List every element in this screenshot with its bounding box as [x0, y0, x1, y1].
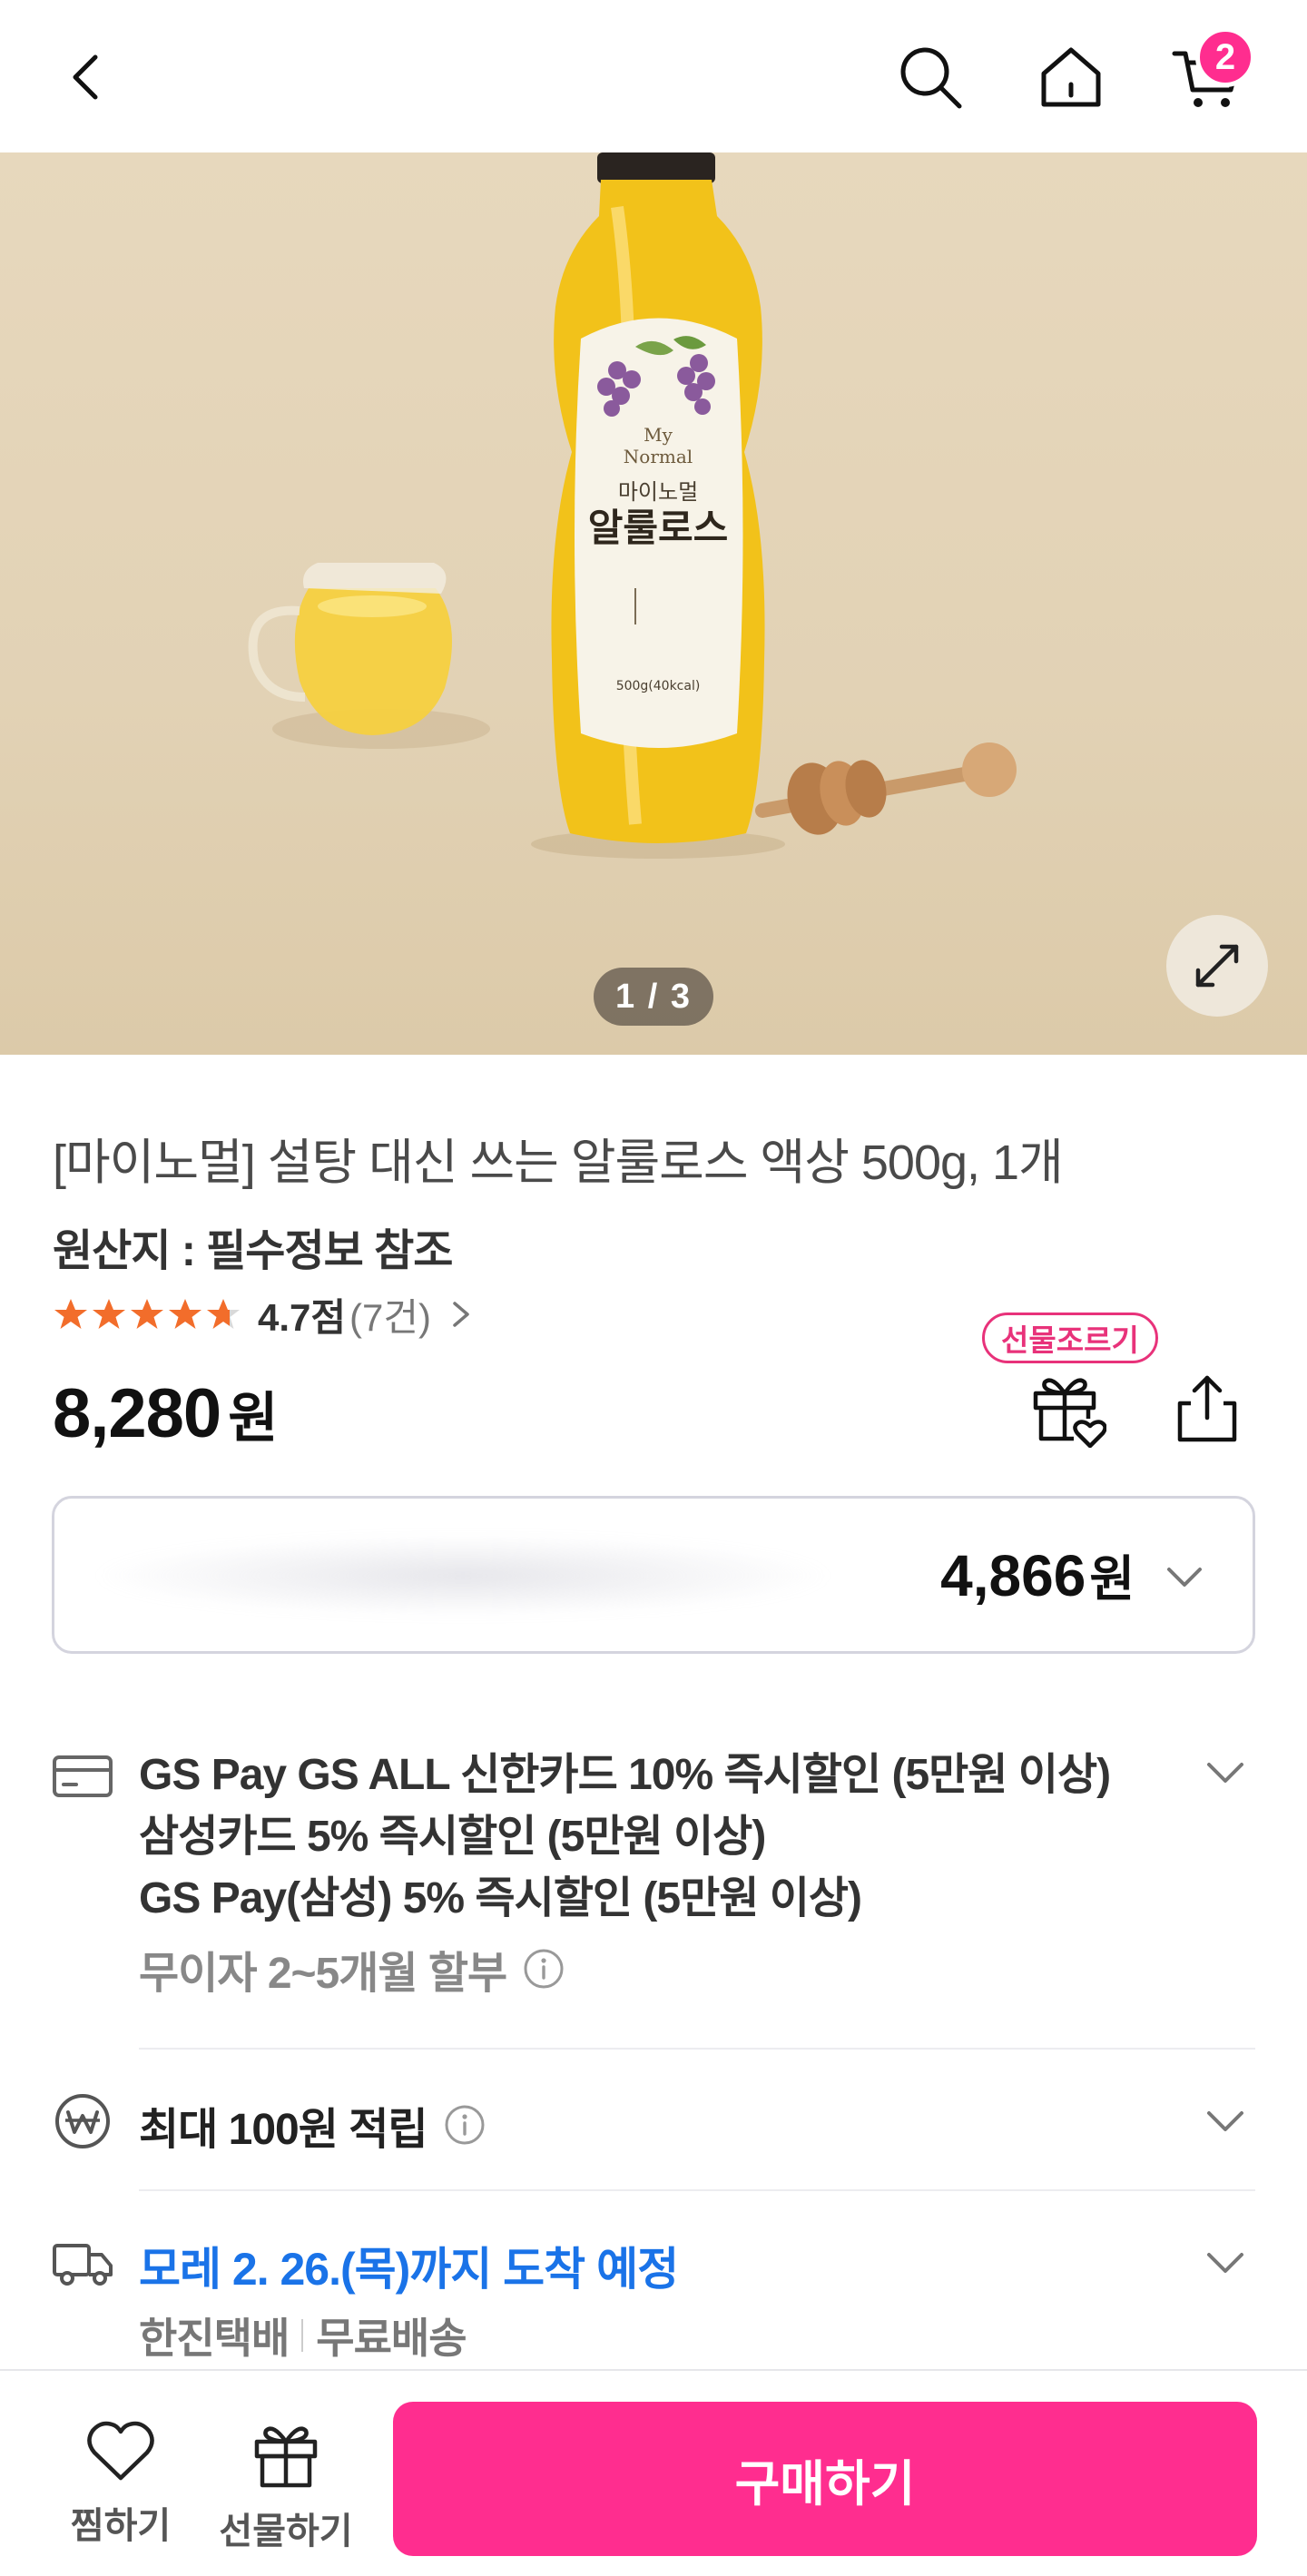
price-unit: 원 [228, 1388, 279, 1449]
points-info: 최대 100원 적립 [139, 2093, 486, 2157]
buy-button[interactable]: 구매하기 [393, 2402, 1257, 2556]
discount-price-value: 4,866 [940, 1543, 1086, 1608]
info-icon[interactable] [523, 1948, 565, 1990]
expand-image-button[interactable] [1166, 915, 1268, 1017]
rating-score: 4.7점 [258, 1295, 347, 1339]
delivery-date: 모레 2. 26.(목)까지 도착 예정 [139, 2244, 679, 2295]
bottle-label-big: 알룰로스 [588, 506, 729, 550]
product-image-gallery[interactable]: My Normal 마이노멀 알룰로스 500g(40kcal) 1 / 3 [0, 152, 1307, 1055]
shipping-fee: 무료배송 [316, 2315, 467, 2362]
gift-request-button[interactable] [1022, 1363, 1113, 1454]
discount-price: 4,866 원 [940, 1539, 1135, 1610]
product-title: [마이노멀] 설탕 대신 쓰는 알룰로스 액상 500g, 1개 [53, 1136, 1064, 1190]
card-discount-line: GS Pay(삼성) 5% 즉시할인 (5만원 이상) [139, 1874, 862, 1922]
half-star-icon [207, 1299, 240, 1329]
divider [139, 2048, 1255, 2050]
top-header: 2 [0, 0, 1307, 152]
separator [301, 2319, 304, 2352]
product-photo: My Normal 마이노멀 알룰로스 500g(40kcal) [248, 152, 1017, 859]
chevron-down-icon[interactable] [1200, 2097, 1251, 2148]
card-discount-line: 삼성카드 5% 즉시할인 (5만원 이상) [139, 1813, 766, 1861]
gift-request-badge: 선물조르기 [982, 1313, 1158, 1363]
wishlist-button[interactable]: 찜하기 [53, 2420, 189, 2549]
svg-text:My: My [644, 424, 673, 446]
share-icon [1177, 1375, 1237, 1442]
chevron-right-icon [453, 1302, 469, 1327]
wishlist-label: 찜하기 [70, 2506, 172, 2546]
rating-summary[interactable]: 4.7점 (7건) [53, 1289, 475, 1340]
blurred-discount-label [91, 1535, 835, 1617]
gift-label: 선물하기 [219, 2512, 353, 2551]
rating-count: (7건) [349, 1295, 432, 1339]
product-price: 8,280 원 [53, 1374, 278, 1453]
rating-stars [53, 1296, 241, 1332]
back-button[interactable] [45, 36, 127, 118]
share-button[interactable] [1162, 1363, 1253, 1454]
product-origin: 원산지 : 필수정보 참조 [53, 1227, 453, 1275]
bottom-action-bar: 찜하기 선물하기 구매하기 [0, 2369, 1307, 2576]
discount-price-box[interactable]: 4,866 원 [52, 1496, 1255, 1654]
star-icon [169, 1299, 201, 1329]
discount-price-unit: 원 [1089, 1552, 1135, 1607]
svg-text:Normal: Normal [624, 446, 693, 467]
courier-name: 한진택배 [139, 2315, 290, 2362]
home-icon [1041, 47, 1101, 107]
star-icon [93, 1299, 125, 1329]
card-discount-list: GS Pay GS ALL 신한카드 10% 즉시할인 (5만원 이상) 삼성카… [139, 1745, 1111, 1930]
search-icon [900, 47, 962, 109]
info-icon[interactable] [444, 2104, 486, 2146]
credit-card-icon [53, 1755, 113, 1797]
installment-text: 무이자 2~5개월 할부 [139, 1950, 507, 1998]
points-text: 최대 100원 적립 [139, 2106, 428, 2154]
bottle-label-small: 마이노멀 [618, 479, 698, 505]
expand-icon [1195, 944, 1239, 988]
cart-button[interactable]: 2 [1166, 27, 1255, 118]
chevron-left-icon [73, 54, 98, 100]
gift-button[interactable]: 선물하기 [218, 2420, 354, 2554]
divider [139, 2189, 1255, 2191]
card-discount-line: GS Pay GS ALL 신한카드 10% 즉시할인 (5만원 이상) [139, 1751, 1111, 1799]
chevron-down-icon[interactable] [1200, 1748, 1251, 1799]
chevron-down-icon[interactable] [1200, 2238, 1251, 2289]
image-page-indicator: 1 / 3 [594, 968, 713, 1026]
price-value: 8,280 [53, 1375, 221, 1452]
installment-info: 무이자 2~5개월 할부 [139, 1937, 565, 2001]
delivery-truck-icon [53, 2244, 113, 2286]
won-coin-icon [55, 2094, 110, 2148]
delivery-details: 한진택배 무료배송 [139, 2306, 467, 2365]
home-button[interactable] [1030, 36, 1112, 118]
search-button[interactable] [889, 36, 971, 118]
star-icon [131, 1299, 163, 1329]
star-icon [54, 1299, 87, 1329]
gift-icon [254, 2426, 318, 2488]
chevron-down-icon [1167, 1568, 1202, 1587]
heart-icon [87, 2421, 154, 2481]
cart-count-badge: 2 [1195, 27, 1255, 87]
bottle-label-weight: 500g(40kcal) [616, 679, 701, 693]
gift-heart-icon [1033, 1378, 1106, 1448]
